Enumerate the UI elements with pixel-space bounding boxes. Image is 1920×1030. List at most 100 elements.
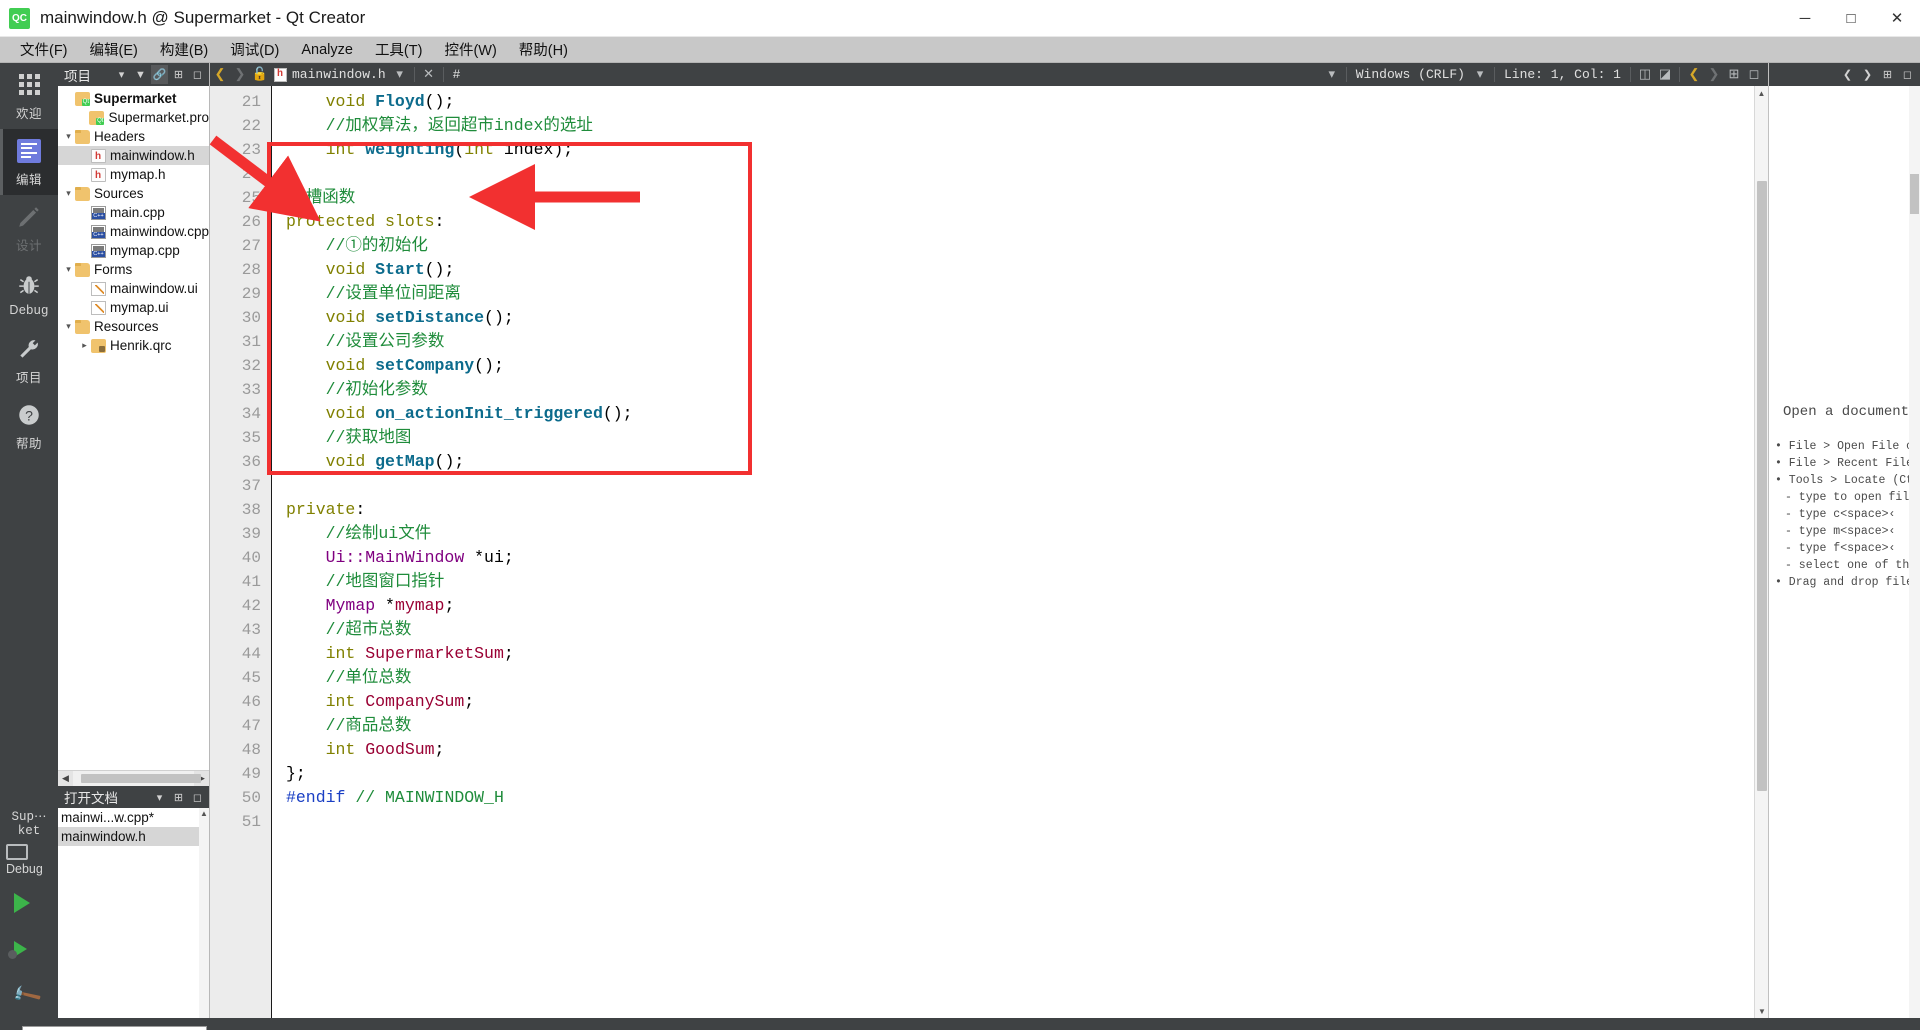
encoding-label[interactable]: Windows (CRLF) [1351, 67, 1470, 82]
split-icon[interactable]: ⊞ [1724, 63, 1744, 86]
code-line[interactable] [272, 810, 1754, 834]
debug-button[interactable] [0, 926, 58, 972]
menu-build[interactable]: 构建(B) [149, 36, 219, 63]
code-line[interactable]: void Start(); [272, 258, 1754, 282]
tree-item[interactable]: mymap.h [58, 165, 209, 184]
kit-selector[interactable]: Sup⋯ket [0, 802, 58, 840]
scroll-down-icon[interactable]: ▼ [1755, 1004, 1769, 1018]
code-line[interactable]: Mymap *mymap; [272, 594, 1754, 618]
menu-window[interactable]: 控件(W) [433, 36, 507, 63]
tree-item[interactable]: mainwindow.cpp [58, 222, 209, 241]
tree-item[interactable]: Supermarket [58, 89, 209, 108]
mode-debug[interactable]: Debug [0, 261, 58, 327]
sidebar-toggle-icon[interactable] [0, 1018, 22, 1030]
output-pane-issues[interactable]: 1 问题 [219, 1027, 280, 1030]
minimize-button[interactable]: ─ [1782, 0, 1828, 37]
next-icon[interactable]: ❯ [1704, 63, 1724, 86]
code-line[interactable]: //初始化参数 [272, 378, 1754, 402]
code-line[interactable]: void Floyd(); [272, 90, 1754, 114]
close-button[interactable]: ✕ [1874, 0, 1920, 37]
code-line[interactable]: Ui::MainWindow *ui; [272, 546, 1754, 570]
menu-analyze[interactable]: Analyze [290, 39, 364, 61]
code-line[interactable] [272, 474, 1754, 498]
output-pane-compile[interactable]: 4 编译输出 [543, 1027, 631, 1030]
hscroll-track[interactable] [73, 771, 201, 786]
code-line[interactable]: //单位总数 [272, 666, 1754, 690]
code-line[interactable]: //①的初始化 [272, 234, 1754, 258]
tree-item[interactable]: Supermarket.pro [58, 108, 209, 127]
close-icon[interactable]: ◻ [1744, 63, 1764, 86]
code-line[interactable]: int GoodSum; [272, 738, 1754, 762]
symbol-selector[interactable]: # [448, 67, 466, 82]
split-vertical-icon[interactable]: ◪ [1655, 63, 1675, 86]
tree-item[interactable]: mainwindow.h [58, 146, 209, 165]
unlock-icon[interactable]: 🔓 [250, 63, 270, 86]
open-documents-list[interactable]: mainwi...w.cpp* mainwindow.h ▲ [58, 808, 209, 1018]
open-documents-scrollbar[interactable]: ▲ [199, 808, 209, 1018]
code-line[interactable]: //获取地图 [272, 426, 1754, 450]
code-line[interactable]: void setCompany(); [272, 354, 1754, 378]
chevron-down-icon[interactable]: ▾ [62, 188, 75, 199]
code-line[interactable]: #endif // MAINWINDOW_H [272, 786, 1754, 810]
output-pane-app-output[interactable]: 3 应用程序输出 [428, 1027, 543, 1030]
chevron-right-icon[interactable]: ▸ [78, 340, 91, 351]
code-line[interactable]: //超市总数 [272, 618, 1754, 642]
close-icon[interactable]: ◻ [189, 788, 206, 807]
tree-item[interactable]: ▾ Headers [58, 127, 209, 146]
code-line[interactable]: private: [272, 498, 1754, 522]
code-line[interactable]: protected slots: [272, 210, 1754, 234]
menu-tools[interactable]: 工具(T) [364, 36, 434, 63]
scroll-up-icon[interactable]: ▲ [1755, 86, 1768, 100]
code-line[interactable] [272, 162, 1754, 186]
close-icon[interactable]: ◻ [1899, 65, 1916, 84]
tree-item[interactable]: ▾ Resources [58, 317, 209, 336]
chevron-down-icon[interactable]: ▾ [62, 264, 75, 275]
link-icon[interactable]: 🔗 [151, 65, 168, 84]
menu-help[interactable]: 帮助(H) [508, 36, 579, 63]
close-icon[interactable]: ◻ [189, 65, 206, 84]
tree-item[interactable]: ▾ Forms [58, 260, 209, 279]
chevron-down-icon[interactable]: ▾ [390, 63, 410, 86]
code-line[interactable]: int SupermarketSum; [272, 642, 1754, 666]
code-line[interactable]: //加权算法，返回超市index的选址 [272, 114, 1754, 138]
maximize-button[interactable]: □ [1828, 0, 1874, 37]
hscroll-thumb[interactable] [81, 774, 201, 783]
chevron-down-icon[interactable]: ▾ [1470, 63, 1490, 86]
code-line[interactable]: //商品总数 [272, 714, 1754, 738]
code-line[interactable]: int weighting(int index); [272, 138, 1754, 162]
scroll-up-icon[interactable]: ▲ [199, 808, 209, 819]
chevron-down-icon[interactable]: ▾ [151, 788, 168, 807]
editor-vscrollbar[interactable]: ▲ ▼ [1754, 86, 1768, 1018]
back-arrow-icon[interactable]: ❮ [210, 63, 230, 86]
locator-field[interactable] [22, 1026, 207, 1030]
code-line[interactable]: void getMap(); [272, 450, 1754, 474]
mode-edit[interactable]: 编辑 [0, 129, 58, 195]
code-line[interactable]: //槽函数 [272, 186, 1754, 210]
menu-edit[interactable]: 编辑(E) [79, 36, 149, 63]
project-tree[interactable]: Supermarket Supermarket.pro ▾ Headers mainwi… [58, 86, 209, 770]
right-pane-scroll-thumb[interactable] [1910, 174, 1919, 214]
chevron-down-icon[interactable]: ▾ [62, 131, 75, 142]
forward-arrow-icon[interactable]: ❯ [230, 63, 250, 86]
tree-item[interactable]: mainwindow.ui [58, 279, 209, 298]
right-pane-scrollbar[interactable] [1909, 86, 1920, 1018]
code-line[interactable]: //设置公司参数 [272, 330, 1754, 354]
code-line[interactable]: //地图窗口指针 [272, 570, 1754, 594]
open-document-item[interactable]: mainwi...w.cpp* [58, 808, 209, 827]
open-document-item[interactable]: mainwindow.h [58, 827, 209, 846]
code-line[interactable]: }; [272, 762, 1754, 786]
code-line[interactable]: void setDistance(); [272, 306, 1754, 330]
mode-design[interactable]: 设计 [0, 195, 58, 261]
filter-icon[interactable]: ▼ [132, 65, 149, 84]
chevron-down-icon[interactable]: ▾ [113, 65, 130, 84]
run-button[interactable] [0, 880, 58, 926]
prev-icon[interactable]: ❮ [1684, 63, 1704, 86]
scroll-left-icon[interactable]: ◀ [58, 771, 73, 786]
next-icon[interactable]: ❯ [1859, 65, 1876, 84]
code-line[interactable]: int CompanySum; [272, 690, 1754, 714]
tree-item[interactable]: mymap.ui [58, 298, 209, 317]
split-icon[interactable]: ⊞ [170, 788, 187, 807]
kit-target-row[interactable] [0, 840, 58, 862]
prev-icon[interactable]: ❮ [1839, 65, 1856, 84]
split-horizontal-icon[interactable]: ◫ [1635, 63, 1655, 86]
